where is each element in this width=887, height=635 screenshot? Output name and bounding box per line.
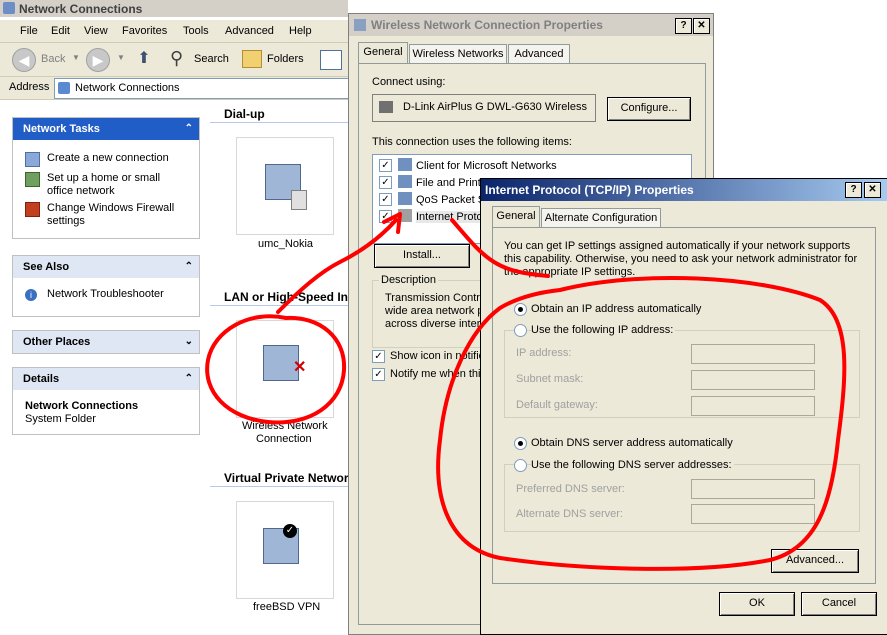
annotation-circle-wireless-connection (205, 314, 347, 425)
annotation-circle-ip-settings (436, 275, 847, 571)
annotation-overlay (205, 212, 847, 571)
annotation-line-to-settings (450, 218, 550, 278)
annotation-arrow-to-tcpip (276, 218, 398, 314)
